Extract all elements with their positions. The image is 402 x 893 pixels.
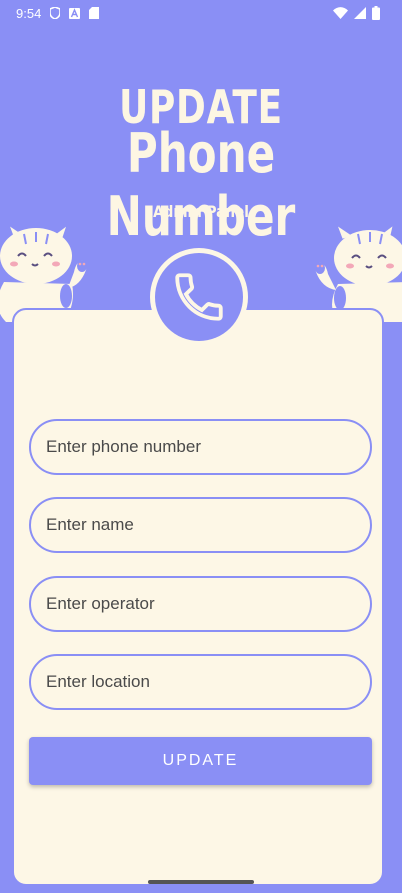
home-indicator[interactable] bbox=[148, 880, 254, 884]
phone-number-input[interactable] bbox=[29, 419, 372, 475]
status-time: 9:54 bbox=[16, 6, 42, 21]
status-bar: 9:54 bbox=[0, 0, 402, 28]
subtitle: Admin Panel bbox=[153, 202, 249, 221]
location-input[interactable] bbox=[29, 654, 372, 710]
wifi-icon bbox=[333, 7, 348, 19]
a-icon bbox=[69, 7, 80, 19]
operator-input[interactable] bbox=[29, 576, 372, 632]
status-icons-left bbox=[50, 7, 99, 19]
signal-icon bbox=[354, 7, 366, 19]
phone-icon bbox=[175, 273, 223, 321]
sd-card-icon bbox=[89, 7, 99, 19]
status-icons-right bbox=[333, 6, 380, 20]
phone-badge bbox=[150, 248, 248, 346]
shield-icon bbox=[50, 7, 60, 19]
update-button[interactable]: UPDATE bbox=[29, 737, 372, 785]
phone-badge-inner bbox=[155, 253, 243, 341]
battery-icon bbox=[372, 6, 380, 20]
name-input[interactable] bbox=[29, 497, 372, 553]
